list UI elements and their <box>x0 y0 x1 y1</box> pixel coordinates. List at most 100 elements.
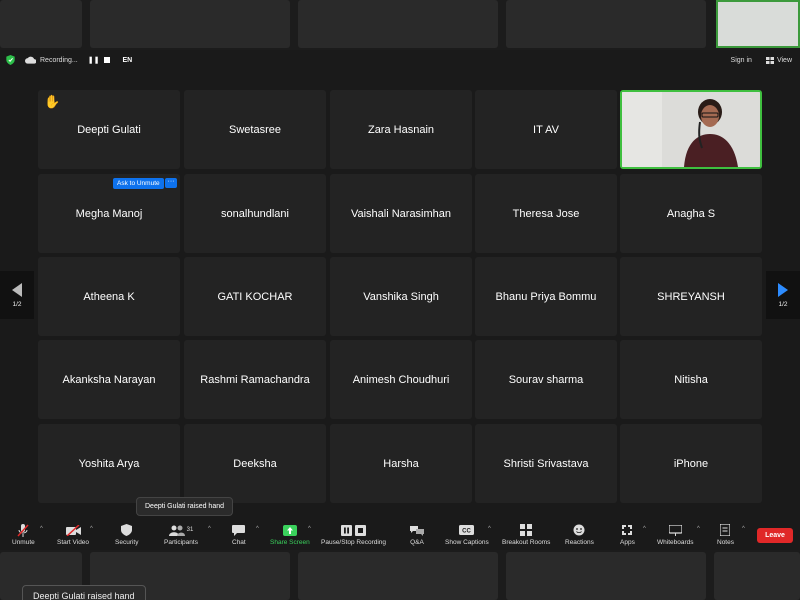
participant-tile[interactable]: Ask to Unmute ··· Megha Manoj <box>38 174 180 253</box>
participant-video-tile[interactable] <box>620 90 762 169</box>
show-captions-label: Show Captions <box>445 539 489 546</box>
show-captions-button[interactable]: CC Show Captions <box>445 523 489 546</box>
participant-name: Akanksha Narayan <box>62 373 156 386</box>
breakout-rooms-button[interactable]: Breakout Rooms <box>502 523 550 546</box>
chat-button[interactable]: Chat <box>232 523 246 546</box>
arrow-right-icon <box>778 282 788 297</box>
whiteboards-button[interactable]: Whiteboards <box>657 523 694 546</box>
participant-tile[interactable]: Vaishali Narasimhan <box>330 174 472 253</box>
participant-name: iPhone <box>673 457 709 470</box>
participants-icon <box>168 525 185 536</box>
participants-count: 31 <box>186 527 194 533</box>
sign-in-link[interactable]: Sign in <box>731 57 752 64</box>
next-page-button[interactable]: 1/2 <box>766 271 800 319</box>
background-tile <box>0 0 82 48</box>
pause-stop-recording-label: Pause/Stop Recording <box>321 539 387 546</box>
qa-button[interactable]: Q&A <box>410 523 424 546</box>
apps-button[interactable]: Apps <box>620 523 635 546</box>
pause-stop-recording-button[interactable]: Pause/Stop Recording <box>321 523 386 546</box>
chat-label: Chat <box>232 539 246 546</box>
share-screen-button[interactable]: Share Screen <box>270 523 310 546</box>
reactions-smiley-icon <box>573 524 585 536</box>
participants-button[interactable]: 31 Participants <box>164 523 198 546</box>
audio-options-caret-icon[interactable]: ^ <box>40 526 43 532</box>
participant-tile[interactable]: Bhanu Priya Bommu <box>475 257 617 336</box>
notes-label: Notes <box>717 539 734 546</box>
chat-icon <box>232 524 246 536</box>
participant-tile[interactable]: SHREYANSH <box>620 257 762 336</box>
video-off-icon <box>65 524 81 536</box>
captions-options-caret-icon[interactable]: ^ <box>488 526 491 532</box>
start-video-button[interactable]: Start Video <box>57 523 89 546</box>
whiteboards-label: Whiteboards <box>657 539 694 546</box>
participant-name: Rashmi Ramachandra <box>200 373 310 386</box>
background-tile <box>90 0 290 48</box>
raised-hand-notification: Deepti Gulati raised hand <box>136 497 233 516</box>
security-button[interactable]: Security <box>115 523 138 546</box>
participant-name: Atheena K <box>83 290 135 303</box>
pause-recording-icon[interactable]: ❚❚ <box>88 56 100 64</box>
grid-view-icon <box>765 56 774 64</box>
participant-tile[interactable]: Nitisha <box>620 340 762 419</box>
background-blur-top <box>0 0 800 50</box>
participants-options-caret-icon[interactable]: ^ <box>208 526 211 532</box>
apps-options-caret-icon[interactable]: ^ <box>643 526 646 532</box>
participant-tile[interactable]: Zara Hasnain <box>330 90 472 169</box>
unmute-button[interactable]: Unmute <box>12 523 35 546</box>
participant-tile[interactable]: Deeksha <box>184 424 326 503</box>
security-label: Security <box>115 539 139 546</box>
more-options-icon[interactable]: ··· <box>165 178 177 188</box>
start-video-label: Start Video <box>57 539 90 546</box>
participant-tile[interactable]: Vanshika Singh <box>330 257 472 336</box>
participant-name: Theresa Jose <box>512 207 580 220</box>
chat-options-caret-icon[interactable]: ^ <box>256 526 259 532</box>
participant-tile[interactable]: sonalhundlani <box>184 174 326 253</box>
share-options-caret-icon[interactable]: ^ <box>308 526 311 532</box>
leave-button[interactable]: Leave <box>757 528 793 543</box>
microphone-muted-icon <box>17 523 29 537</box>
gallery-view: 1/2 1/2 ✋ Deepti Gulati Swetasree Zara H… <box>0 70 800 520</box>
participant-name: Deeksha <box>233 457 277 470</box>
notes-button[interactable]: Notes <box>717 523 734 546</box>
unmute-label: Unmute <box>12 539 35 546</box>
participant-tile[interactable]: Yoshita Arya <box>38 424 180 503</box>
background-tile <box>506 552 706 600</box>
stop-icon <box>355 524 367 536</box>
share-screen-icon <box>282 524 297 536</box>
participant-tile[interactable]: iPhone <box>620 424 762 503</box>
background-video-thumb <box>716 0 800 48</box>
stop-recording-icon[interactable] <box>104 57 111 63</box>
view-label: View <box>776 56 792 64</box>
ask-to-unmute-button[interactable]: Ask to Unmute <box>113 178 164 189</box>
participant-tile[interactable]: Theresa Jose <box>475 174 617 253</box>
participant-tile[interactable]: Sourav sharma <box>475 340 617 419</box>
participant-tile[interactable]: Shristi Srivastava <box>475 424 617 503</box>
participant-tile[interactable]: IT AV <box>475 90 617 169</box>
participant-tile[interactable]: GATI KOCHAR <box>184 257 326 336</box>
notes-options-caret-icon[interactable]: ^ <box>742 526 745 532</box>
participant-name: Anagha S <box>666 207 716 220</box>
reactions-button[interactable]: Reactions <box>565 523 594 546</box>
pause-icon <box>341 524 353 536</box>
participant-tile[interactable]: Harsha <box>330 424 472 503</box>
participant-tile[interactable]: Anagha S <box>620 174 762 253</box>
raised-hand-toast: Deepti Gulati raised hand <box>22 585 146 600</box>
previous-page-button[interactable]: 1/2 <box>0 271 34 319</box>
participant-name: Nitisha <box>674 373 708 386</box>
participant-tile[interactable]: ✋ Deepti Gulati <box>38 90 180 169</box>
shield-icon[interactable] <box>6 55 15 65</box>
participant-tile[interactable]: Swetasree <box>184 90 326 169</box>
page-indicator: 1/2 <box>778 300 788 308</box>
whiteboards-options-caret-icon[interactable]: ^ <box>697 526 700 532</box>
video-options-caret-icon[interactable]: ^ <box>90 526 93 532</box>
participant-name: Yoshita Arya <box>78 457 140 470</box>
apps-label: Apps <box>620 539 635 546</box>
participant-tile[interactable]: Akanksha Narayan <box>38 340 180 419</box>
participant-tile[interactable]: Rashmi Ramachandra <box>184 340 326 419</box>
language-interpretation-button[interactable]: EN <box>122 57 132 64</box>
participant-tile[interactable]: Atheena K <box>38 257 180 336</box>
participant-name: Sourav sharma <box>508 373 584 386</box>
page-indicator: 1/2 <box>12 300 22 308</box>
participant-tile[interactable]: Animesh Choudhuri <box>330 340 472 419</box>
view-button[interactable]: View <box>765 56 792 64</box>
